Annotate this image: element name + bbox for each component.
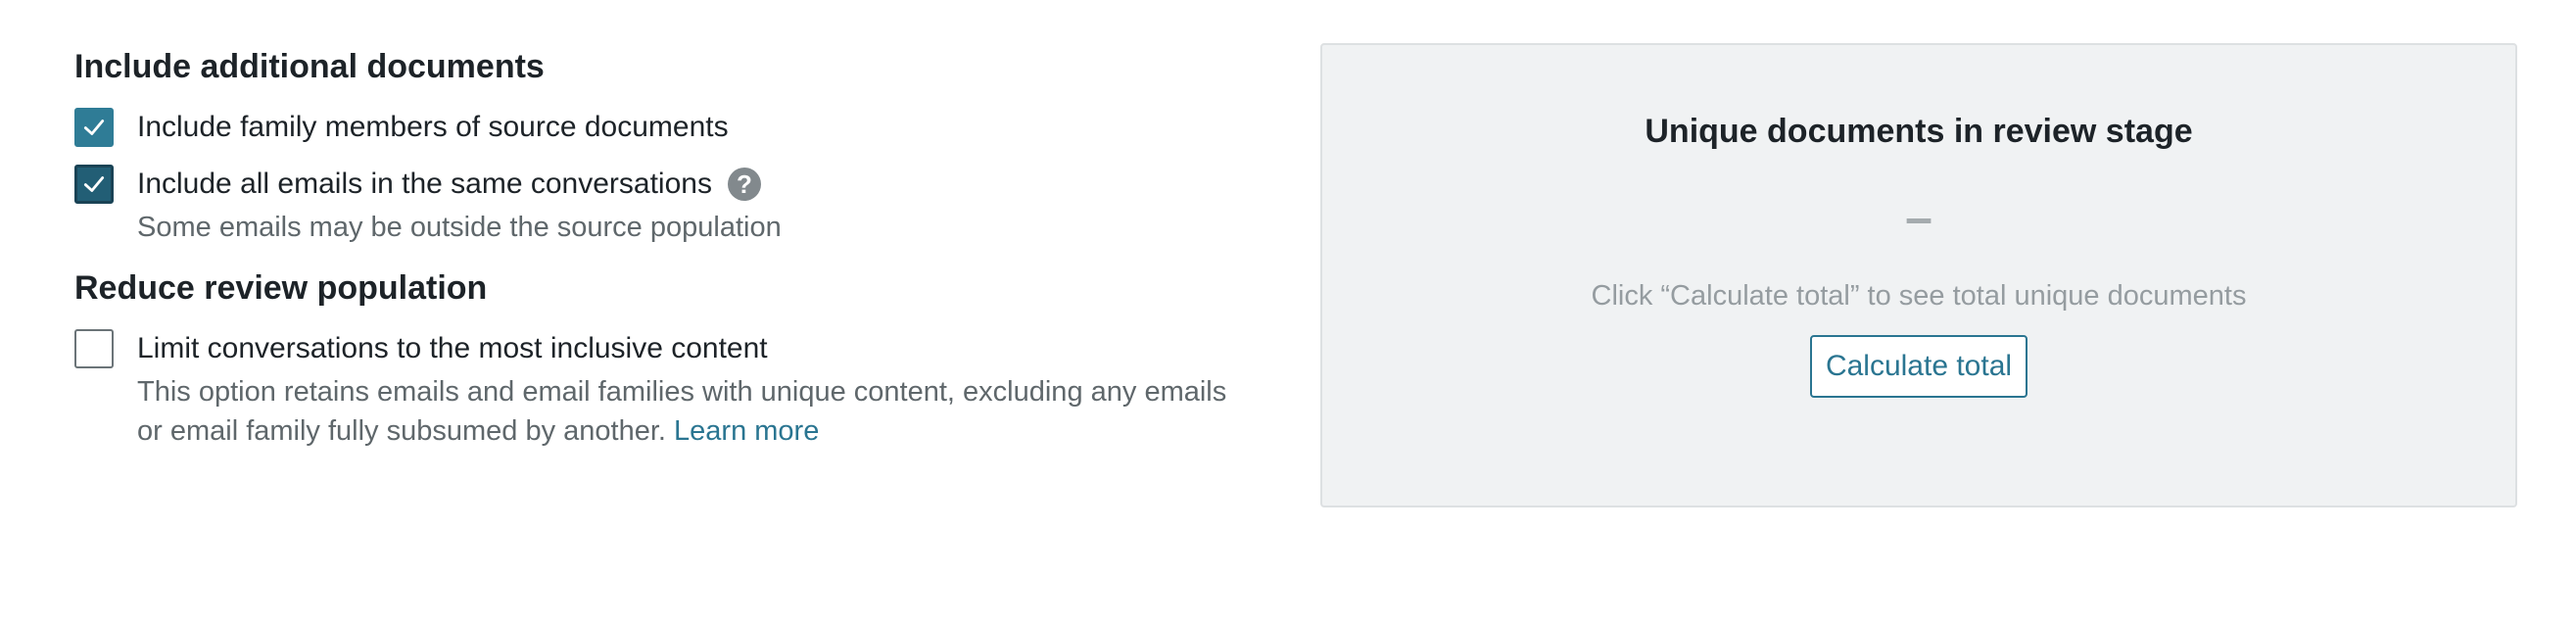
include-family-checkbox[interactable] [74, 108, 114, 147]
limit-conversations-hint: This option retains emails and email fam… [137, 372, 1279, 451]
checkmark-icon [83, 176, 105, 192]
checkmark-icon [83, 120, 105, 135]
limit-conversations-hint-line1: This option retains emails and email fam… [137, 376, 1227, 408]
unique-documents-count: – [1905, 190, 1932, 245]
include-conversations-checkbox[interactable] [74, 165, 114, 204]
question-circle-icon[interactable]: ? [727, 168, 761, 201]
include-conversations-option: Include all emails in the same conversat… [74, 161, 1279, 208]
limit-conversations-checkbox[interactable] [74, 329, 114, 368]
calculate-total-button[interactable]: Calculate total [1809, 335, 2028, 398]
learn-more-link[interactable]: Learn more [674, 415, 819, 447]
limit-conversations-label[interactable]: Limit conversations to the most inclusiv… [137, 329, 768, 368]
limit-conversations-hint-line2-row: or email family fully subsumed by anothe… [137, 411, 1279, 451]
limit-conversations-hint-line2: or email family fully subsumed by anothe… [137, 415, 666, 447]
include-family-label[interactable]: Include family members of source documen… [137, 108, 729, 147]
include-section-title: Include additional documents [74, 48, 545, 85]
review-options-form: Include additional documents Include fam… [74, 39, 1279, 451]
panel-hint: Click “Calculate total” to see total uni… [1591, 280, 2247, 312]
reduce-section-title: Reduce review population [74, 269, 488, 307]
include-conversations-label[interactable]: Include all emails in the same conversat… [137, 165, 712, 204]
panel-title: Unique documents in review stage [1645, 113, 2193, 150]
include-conversations-hint: Some emails may be outside the source po… [137, 212, 782, 243]
include-family-option: Include family members of source documen… [74, 104, 1279, 151]
unique-documents-panel: Unique documents in review stage – Click… [1320, 43, 2517, 507]
limit-conversations-option: Limit conversations to the most inclusiv… [74, 325, 1279, 372]
